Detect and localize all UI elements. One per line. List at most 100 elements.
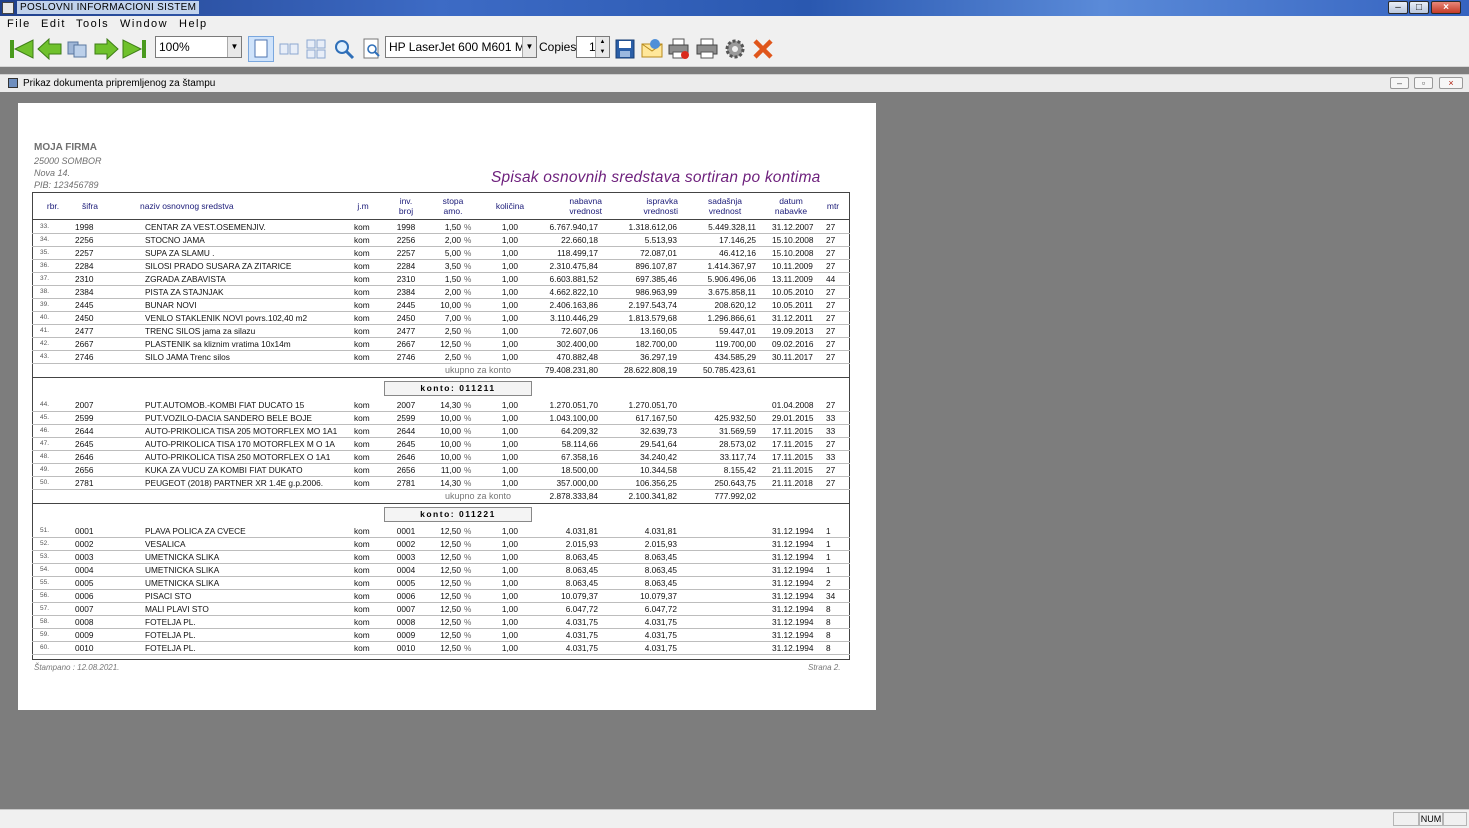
cell-dat: 31.12.1994: [772, 526, 814, 536]
cell-dat: 17.11.2015: [772, 426, 813, 436]
cell-jm: kom: [354, 222, 370, 232]
close-button[interactable]: ×: [1431, 1, 1461, 14]
cell-sifra: 2656: [75, 465, 94, 475]
chevron-down-icon[interactable]: ▼: [522, 37, 536, 57]
menu-bar: File Edit Tools Window Help: [0, 16, 1469, 32]
cell-isp: 5.513,93: [644, 235, 677, 245]
window-title: POSLOVNI INFORMACIONI SISTEM: [17, 1, 200, 14]
zoom-icon[interactable]: [331, 36, 357, 62]
zoom-select[interactable]: 100% ▼: [155, 36, 242, 58]
cell-dat: 15.10.2008: [772, 235, 814, 245]
save-icon[interactable]: [612, 36, 638, 62]
inner-close-button[interactable]: ×: [1439, 77, 1463, 89]
cell-naziv: AUTO-PRIKOLICA TISA 170 MOTORFLEX M O 1A: [145, 439, 335, 449]
prev-page-icon[interactable]: [37, 36, 63, 62]
cell-dat: 17.11.2015: [772, 452, 813, 462]
four-pages-icon[interactable]: [303, 36, 329, 62]
cell-stopa: 1,50: [444, 274, 461, 284]
cell-dat: 31.12.1994: [772, 630, 814, 640]
cell-isp: 4.031,81: [644, 526, 677, 536]
menu-help[interactable]: Help: [179, 17, 208, 31]
menu-edit[interactable]: Edit: [41, 17, 66, 31]
cell-inv: 2644: [396, 426, 416, 436]
cell-nab: 6.047,72: [565, 604, 598, 614]
minimize-button[interactable]: –: [1388, 1, 1408, 14]
cell-sifra: 0005: [75, 578, 94, 588]
cell-isp: 4.031,75: [644, 643, 677, 653]
cell-mtr: 27: [826, 313, 836, 323]
pages-icon[interactable]: [65, 36, 91, 62]
cell-stopa: 12,50: [440, 578, 461, 588]
cell-sifra: 0001: [75, 526, 94, 536]
chevron-down-icon[interactable]: ▼: [227, 37, 241, 57]
cell-inv: 0010: [396, 643, 416, 653]
cell-rbr: 59.: [40, 631, 50, 638]
cell-kol: 1,00: [501, 478, 518, 488]
cell-isp: 10.079,37: [640, 591, 677, 601]
cell-jm: kom: [354, 539, 370, 549]
single-page-icon[interactable]: [248, 36, 274, 62]
inner-minimize-button[interactable]: –: [1390, 77, 1409, 89]
maximize-button[interactable]: □: [1409, 1, 1429, 14]
cell-rbr: 44.: [40, 401, 50, 408]
inner-restore-button[interactable]: ▫: [1414, 77, 1433, 89]
menu-tools[interactable]: Tools: [76, 17, 109, 31]
percent-sign: %: [464, 287, 472, 297]
col-ispravka-line2: vrednosti: [643, 206, 679, 216]
cell-jm: kom: [354, 452, 370, 462]
subtotal-divider: [32, 503, 850, 504]
cell-kol: 1,00: [501, 400, 518, 410]
menu-window[interactable]: Window: [120, 17, 168, 31]
cell-mtr: 27: [826, 235, 836, 245]
cell-nab: 58.114,66: [561, 439, 598, 449]
cell-inv: 2656: [396, 465, 416, 475]
status-caps: [1393, 812, 1419, 826]
stepper-arrows-icon[interactable]: ▲ ▼: [595, 37, 609, 57]
cell-jm: kom: [354, 313, 370, 323]
cell-rbr: 33.: [40, 223, 50, 230]
next-page-icon[interactable]: [93, 36, 119, 62]
cell-rbr: 56.: [40, 592, 50, 599]
print-date: Štampano : 12.08.2021.: [34, 663, 120, 672]
cell-naziv: UMETNICKA SLIKA: [145, 552, 220, 562]
email-icon[interactable]: [639, 36, 665, 62]
cell-naziv: MALI PLAVI STO: [145, 604, 209, 614]
cell-sifra: 2667: [75, 339, 94, 349]
page-zoom-icon[interactable]: [359, 36, 385, 62]
cell-jm: kom: [354, 261, 370, 271]
printer-select[interactable]: HP LaserJet 600 M601 M602 ▼: [385, 36, 537, 58]
cell-stopa: 12,50: [440, 552, 461, 562]
app-icon[interactable]: [2, 2, 14, 14]
cell-nab: 4.031,81: [565, 526, 598, 536]
menu-file[interactable]: File: [7, 17, 31, 31]
cell-sifra: 0006: [75, 591, 94, 601]
print-icon[interactable]: [694, 36, 720, 62]
cell-kol: 1,00: [501, 617, 518, 627]
cell-mtr: 27: [826, 222, 836, 232]
cell-stopa: 14,30: [440, 400, 461, 410]
print-setup-icon[interactable]: [666, 36, 692, 62]
cell-nab: 67.358,16: [561, 452, 598, 462]
cell-kol: 1,00: [501, 539, 518, 549]
cell-kol: 1,00: [501, 578, 518, 588]
close-preview-icon[interactable]: [750, 36, 776, 62]
konto-header: konto: 011211: [384, 381, 532, 396]
preview-window-title: Prikaz dokumenta pripremljenog za štampu: [23, 78, 216, 89]
cell-sifra: 2644: [75, 426, 94, 436]
two-pages-icon[interactable]: [276, 36, 302, 62]
last-page-icon[interactable]: [121, 36, 147, 62]
cell-inv: 2257: [396, 248, 416, 258]
cell-jm: kom: [354, 643, 370, 653]
subtotal-ispravka: 2.100.341,82: [628, 491, 677, 501]
col-inv: inv. broj: [386, 193, 426, 219]
first-page-icon[interactable]: [9, 36, 35, 62]
col-sifra: šifra: [81, 201, 99, 211]
gear-icon[interactable]: [722, 36, 748, 62]
cell-dat: 31.12.1994: [772, 643, 814, 653]
cell-inv: 2599: [396, 413, 416, 423]
copies-stepper[interactable]: 1 ▲ ▼: [576, 36, 610, 58]
cell-sad: 46.412,16: [719, 248, 756, 258]
cell-isp: 1.270.051,70: [628, 400, 677, 410]
cell-dat: 31.12.2007: [772, 222, 814, 232]
cell-kol: 1,00: [501, 426, 518, 436]
